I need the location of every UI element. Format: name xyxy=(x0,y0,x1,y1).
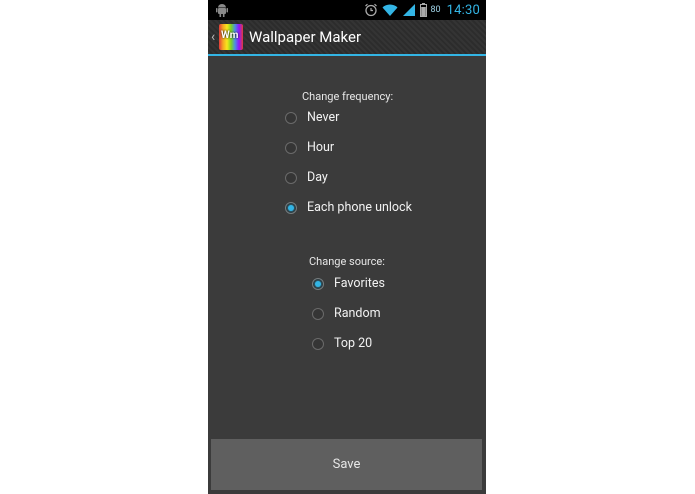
radio-hour[interactable]: Hour xyxy=(285,140,334,155)
up-navigation-icon[interactable]: ‹ xyxy=(211,29,219,45)
phone-screen: 80 14:30 ‹ Wm Wallpaper Maker Change fre… xyxy=(208,0,486,494)
radio-day[interactable]: Day xyxy=(285,170,328,185)
alarm-icon xyxy=(364,3,377,17)
radio-label: Favorites xyxy=(334,276,385,291)
radio-random[interactable]: Random xyxy=(312,306,381,321)
radio-label: Day xyxy=(307,170,328,185)
radio-button[interactable] xyxy=(285,111,297,124)
radio-button-checked[interactable] xyxy=(312,277,324,290)
radio-label: Hour xyxy=(307,140,335,155)
save-button[interactable]: Save xyxy=(211,439,482,490)
radio-top-20[interactable]: Top 20 xyxy=(312,336,372,351)
status-clock: 14:30 xyxy=(446,2,480,18)
action-bar: ‹ Wm Wallpaper Maker xyxy=(208,20,486,56)
battery-icon xyxy=(419,3,427,17)
radio-label: Top 20 xyxy=(334,336,373,351)
app-icon-text: Wm xyxy=(221,30,239,41)
radio-button-checked[interactable] xyxy=(285,201,297,214)
wifi-icon xyxy=(382,4,397,16)
signal-icon xyxy=(402,4,415,16)
status-icons: 80 14:30 xyxy=(364,2,481,18)
radio-button[interactable] xyxy=(285,141,297,154)
radio-button[interactable] xyxy=(312,337,324,350)
radio-label: Each phone unlock xyxy=(307,200,412,215)
radio-label: Random xyxy=(334,306,381,321)
radio-button[interactable] xyxy=(285,171,297,184)
radio-button[interactable] xyxy=(312,307,324,320)
source-label: Change source: xyxy=(309,255,385,268)
radio-each-phone-unlock[interactable]: Each phone unlock xyxy=(285,200,412,215)
status-bar: 80 14:30 xyxy=(208,0,486,20)
battery-level: 80 xyxy=(430,5,441,15)
app-title: Wallpaper Maker xyxy=(249,28,362,46)
radio-favorites[interactable]: Favorites xyxy=(312,276,385,291)
radio-never[interactable]: Never xyxy=(285,110,339,125)
app-icon[interactable]: Wm xyxy=(219,24,243,50)
android-icon xyxy=(216,4,228,17)
frequency-label: Change frequency: xyxy=(302,90,394,103)
radio-label: Never xyxy=(307,110,340,125)
